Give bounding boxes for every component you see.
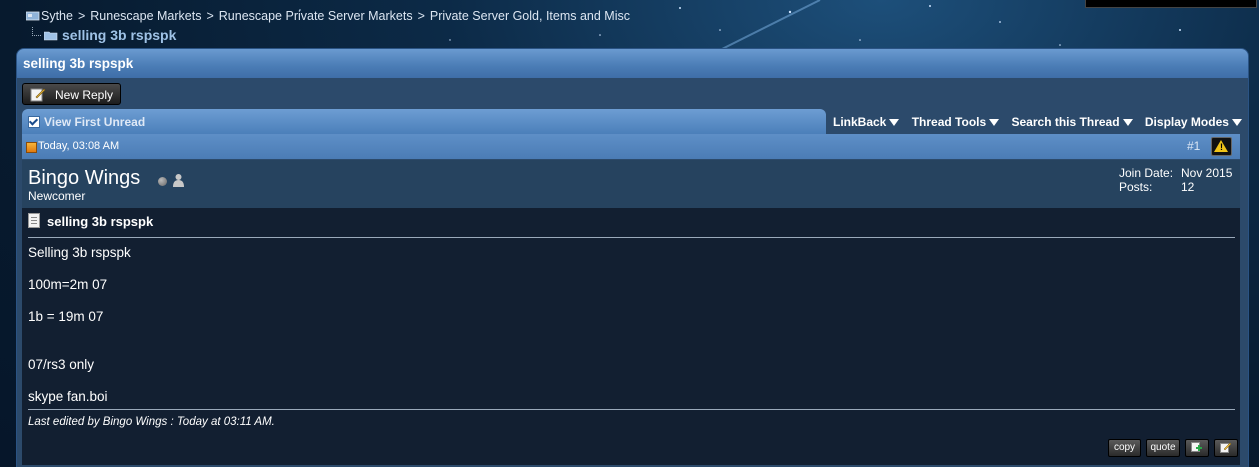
report-post-button[interactable]: ! — [1211, 137, 1232, 156]
author-title: Newcomer — [28, 189, 86, 203]
breadcrumb-current: selling 3b rspspk — [32, 27, 176, 43]
author-stats: Join Date: Nov 2015 Posts: 12 — [1119, 166, 1232, 194]
tree-connector — [32, 27, 41, 36]
breadcrumb-item-private-server-markets[interactable]: Runescape Private Server Markets — [219, 9, 413, 23]
author-name[interactable]: Bingo Wings — [28, 167, 140, 190]
home-icon[interactable] — [26, 10, 40, 21]
post-date: Today, 03:08 AM — [38, 140, 120, 152]
join-date-label: Join Date: — [1119, 166, 1174, 180]
folder-icon — [44, 31, 58, 41]
breadcrumb-current-label: selling 3b rspspk — [62, 27, 177, 43]
edit-post-button[interactable] — [1214, 439, 1238, 457]
new-reply-button[interactable]: New Reply — [22, 83, 121, 105]
dropdown-arrow-icon — [1122, 119, 1133, 126]
thread-title: selling 3b rspspk — [23, 56, 134, 71]
user-info-bar: Bingo Wings Newcomer Join Date: Nov 2015 … — [22, 160, 1240, 208]
menu-linkback-label: LinkBack — [833, 115, 887, 129]
post-icon — [26, 142, 37, 153]
breadcrumb-separator: > — [77, 9, 86, 23]
top-right-box — [1085, 0, 1257, 8]
breadcrumb-separator: > — [417, 9, 425, 23]
menu-thread-tools-label: Thread Tools — [911, 115, 987, 129]
divider — [28, 409, 1235, 410]
user-icon — [173, 174, 184, 187]
breadcrumb-item-private-server-gold[interactable]: Private Server Gold, Items and Misc — [430, 9, 630, 23]
new-reply-icon — [30, 88, 46, 102]
posts-label: Posts: — [1119, 180, 1153, 194]
post-number-link[interactable]: #1 — [1187, 139, 1200, 153]
dropdown-arrow-icon — [1231, 119, 1242, 126]
warning-mark: ! — [1220, 142, 1223, 152]
view-first-unread-link[interactable]: View First Unread — [22, 109, 826, 134]
posts-value: 12 — [1181, 180, 1195, 194]
thread-menus: LinkBack Thread Tools Search this Thread… — [833, 115, 1251, 129]
post-title: selling 3b rspspk — [28, 213, 153, 229]
view-first-unread-label: View First Unread — [44, 115, 146, 129]
post-line: Selling 3b rspspk — [28, 245, 131, 260]
document-icon — [28, 213, 40, 228]
thread-toolbar: View First Unread LinkBack Thread Tools … — [22, 109, 1242, 134]
divider — [28, 237, 1235, 238]
menu-search-thread-label: Search this Thread — [1011, 115, 1120, 129]
breadcrumb-item-sythe[interactable]: Sythe — [41, 9, 73, 23]
post-title-text: selling 3b rspspk — [47, 214, 154, 229]
menu-thread-tools[interactable]: Thread Tools — [911, 115, 1000, 129]
checkbox-icon — [28, 116, 40, 128]
post-header: Today, 03:08 AM #1 ! — [22, 134, 1240, 159]
post-line: 07/rs3 only — [28, 357, 95, 372]
quote-button[interactable]: quote — [1146, 439, 1180, 457]
post-line: 1b = 19m 07 — [28, 309, 104, 324]
menu-linkback[interactable]: LinkBack — [833, 115, 900, 129]
multiquote-button[interactable] — [1185, 439, 1209, 457]
join-date-value: Nov 2015 — [1181, 166, 1233, 180]
menu-display-modes-label: Display Modes — [1144, 115, 1229, 129]
thread-title-bar: selling 3b rspspk — [16, 48, 1249, 79]
breadcrumb-item-runescape-markets[interactable]: Runescape Markets — [90, 9, 201, 23]
post-line: skype fan.boi — [28, 389, 108, 404]
dropdown-arrow-icon — [889, 119, 900, 126]
multiquote-icon — [1191, 442, 1202, 452]
copy-button[interactable]: copy — [1108, 439, 1141, 457]
dropdown-arrow-icon — [989, 119, 1000, 126]
breadcrumb-separator: > — [206, 9, 214, 23]
menu-display-modes[interactable]: Display Modes — [1145, 115, 1242, 129]
offline-status-icon — [158, 177, 167, 186]
new-reply-label: New Reply — [55, 88, 114, 102]
menu-search-thread[interactable]: Search this Thread — [1012, 115, 1133, 129]
post-line: 100m=2m 07 — [28, 277, 108, 292]
edited-note: Last edited by Bingo Wings : Today at 03… — [28, 416, 275, 428]
post-body: selling 3b rspspk Selling 3b rspspk 100m… — [22, 208, 1240, 465]
edit-icon — [1220, 442, 1231, 453]
breadcrumb: Sythe > Runescape Markets > Runescape Privat… — [26, 9, 630, 23]
